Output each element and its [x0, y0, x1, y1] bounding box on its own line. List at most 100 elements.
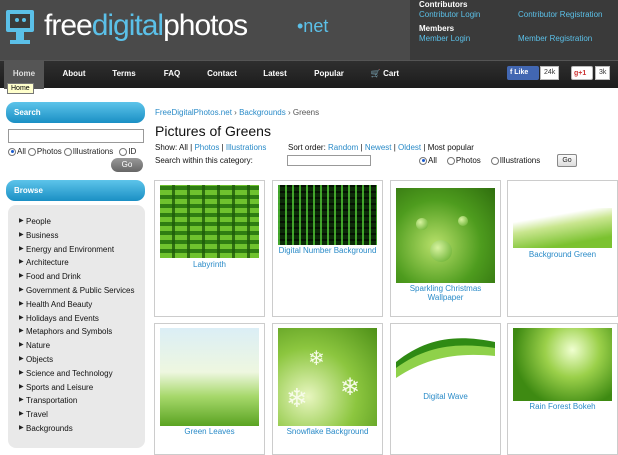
image-tile[interactable]: ❄ ❄ ❄ Snowflake Background	[272, 323, 383, 455]
site-logo[interactable]: freedigitalphotos •net	[0, 0, 410, 60]
show-photos-link[interactable]: Photos	[194, 143, 219, 152]
sort-popular[interactable]: Most popular	[428, 143, 474, 152]
category-item[interactable]: ▶ Business	[8, 229, 145, 243]
image-caption[interactable]: Green Leaves	[155, 427, 264, 436]
category-item[interactable]: ▶ Objects	[8, 353, 145, 367]
logo-wordmark: freedigitalphotos	[44, 9, 248, 42]
nav-about[interactable]: About	[54, 61, 94, 89]
image-tile[interactable]: Rain Forest Bokeh	[507, 323, 618, 455]
nav-contact[interactable]: Contact	[200, 61, 244, 89]
image-caption[interactable]: Labyrinth	[155, 260, 264, 269]
category-item[interactable]: ▶ Science and Technology	[8, 367, 145, 381]
chevron-right-icon: ▶	[19, 369, 24, 376]
image-tile[interactable]: Digital Number Background	[272, 180, 383, 317]
thumbnail-green-leaves[interactable]	[160, 328, 259, 426]
image-caption[interactable]: Rain Forest Bokeh	[508, 402, 617, 411]
category-item[interactable]: ▶ Architecture	[8, 256, 145, 270]
chevron-right-icon: ▶	[19, 245, 24, 252]
category-go-button[interactable]: Go	[557, 154, 577, 167]
category-item[interactable]: ▶ Sports and Leisure	[8, 381, 145, 395]
image-caption[interactable]: Digital Wave	[391, 392, 500, 401]
nav-latest[interactable]: Latest	[254, 61, 296, 89]
breadcrumb-home[interactable]: FreeDigitalPhotos.net	[155, 108, 232, 117]
category-item[interactable]: ▶ Travel	[8, 408, 145, 422]
contributor-registration-link[interactable]: Contributor Registration	[518, 10, 602, 19]
category-item[interactable]: ▶ Holidays and Events	[8, 312, 145, 326]
image-tile[interactable]: Green Leaves	[154, 323, 265, 455]
chevron-right-icon: ▶	[19, 411, 24, 418]
cart-icon: 🛒	[370, 69, 381, 78]
facebook-like-button[interactable]: f Like	[507, 66, 539, 80]
breadcrumb: FreeDigitalPhotos.net › Backgrounds › Gr…	[155, 108, 319, 117]
category-item[interactable]: ▶ Metaphors and Symbols	[8, 325, 145, 339]
account-panel: Contributors Contributor Login Contribut…	[410, 0, 618, 60]
chevron-right-icon: ▶	[19, 342, 24, 349]
sidebar-go-button[interactable]: Go	[111, 158, 143, 172]
category-search-input[interactable]	[287, 155, 371, 166]
category-item[interactable]: ▶ People	[8, 215, 145, 229]
show-filter: Show: All | Photos | Illustrations	[155, 143, 267, 152]
radio-all-label: All	[17, 147, 26, 156]
radio-photos-label: Photos	[36, 147, 62, 156]
chevron-right-icon: ▶	[19, 383, 24, 390]
search-type-radios: All Photos Illustrations ID	[8, 147, 136, 156]
nav-terms[interactable]: Terms	[104, 61, 144, 89]
filter-illustrations-radio[interactable]	[490, 156, 499, 165]
monitor-logo-icon	[6, 10, 34, 44]
thumbnail-rain-forest[interactable]	[513, 328, 612, 401]
category-item[interactable]: ▶ Government & Public Services	[8, 284, 145, 298]
filter-all-radio[interactable]	[419, 156, 427, 165]
image-tile[interactable]: Background Green	[507, 180, 618, 317]
category-item[interactable]: ▶ Energy and Environment	[8, 243, 145, 257]
thumbnail-digital-number[interactable]	[278, 185, 377, 245]
sidebar-search-input[interactable]	[8, 129, 144, 143]
show-illustrations-link[interactable]: Illustrations	[226, 143, 266, 152]
nav-tooltip: Home	[7, 83, 34, 94]
chevron-right-icon: ▶	[19, 314, 24, 321]
site-header: freedigitalphotos •net Contributors Cont…	[0, 0, 618, 60]
image-caption[interactable]: Digital Number Background	[273, 246, 382, 255]
radio-id[interactable]	[119, 147, 128, 156]
category-item[interactable]: ▶ Nature	[8, 339, 145, 353]
nav-popular[interactable]: Popular	[306, 61, 352, 89]
category-item[interactable]: ▶ Food and Drink	[8, 270, 145, 284]
radio-photos[interactable]	[27, 147, 36, 156]
show-all-link[interactable]: All	[179, 143, 188, 152]
image-tile[interactable]: Digital Wave	[390, 323, 501, 455]
sort-random-link[interactable]: Random	[328, 143, 358, 152]
wave-graphic	[396, 338, 495, 378]
image-tile[interactable]: Sparkling Christmas Wallpaper	[390, 180, 501, 317]
chevron-right-icon: ▶	[19, 259, 24, 266]
like-count: 24k	[540, 66, 560, 80]
image-caption[interactable]: Background Green	[508, 250, 617, 259]
thumbnail-digital-wave[interactable]	[396, 328, 495, 390]
sort-oldest-link[interactable]: Oldest	[398, 143, 421, 152]
image-tile[interactable]: Labyrinth	[154, 180, 265, 317]
radio-all[interactable]	[8, 147, 16, 156]
filter-photos-radio[interactable]	[446, 156, 455, 165]
radio-id-label: ID	[128, 147, 137, 156]
image-caption[interactable]: Sparkling Christmas Wallpaper	[391, 284, 500, 302]
members-heading: Members	[419, 24, 455, 33]
search-within-label: Search within this category:	[155, 156, 253, 165]
radio-illustrations-label: Illustrations	[72, 147, 114, 156]
breadcrumb-backgrounds[interactable]: Backgrounds	[239, 108, 286, 117]
nav-cart[interactable]: 🛒 Cart	[368, 61, 402, 89]
thumbnail-labyrinth[interactable]	[160, 185, 259, 258]
chevron-right-icon: ▶	[19, 273, 24, 280]
google-plus-button[interactable]: g+1	[571, 66, 593, 80]
contributor-login-link[interactable]: Contributor Login	[419, 10, 480, 19]
category-item[interactable]: ▶ Backgrounds	[8, 422, 145, 436]
image-caption[interactable]: Snowflake Background	[273, 427, 382, 436]
sort-newest-link[interactable]: Newest	[365, 143, 392, 152]
nav-faq[interactable]: FAQ	[152, 61, 192, 89]
thumbnail-snowflake[interactable]: ❄ ❄ ❄	[278, 328, 377, 426]
member-login-link[interactable]: Member Login	[419, 34, 470, 43]
category-item[interactable]: ▶ Health And Beauty	[8, 298, 145, 312]
category-item[interactable]: ▶ Transportation	[8, 394, 145, 408]
member-registration-link[interactable]: Member Registration	[518, 34, 592, 43]
radio-illustrations[interactable]	[63, 147, 72, 156]
thumbnail-christmas[interactable]	[396, 188, 495, 283]
type-filter-radios: All Photos Illustrations	[419, 156, 540, 165]
thumbnail-background-green[interactable]	[513, 208, 612, 248]
